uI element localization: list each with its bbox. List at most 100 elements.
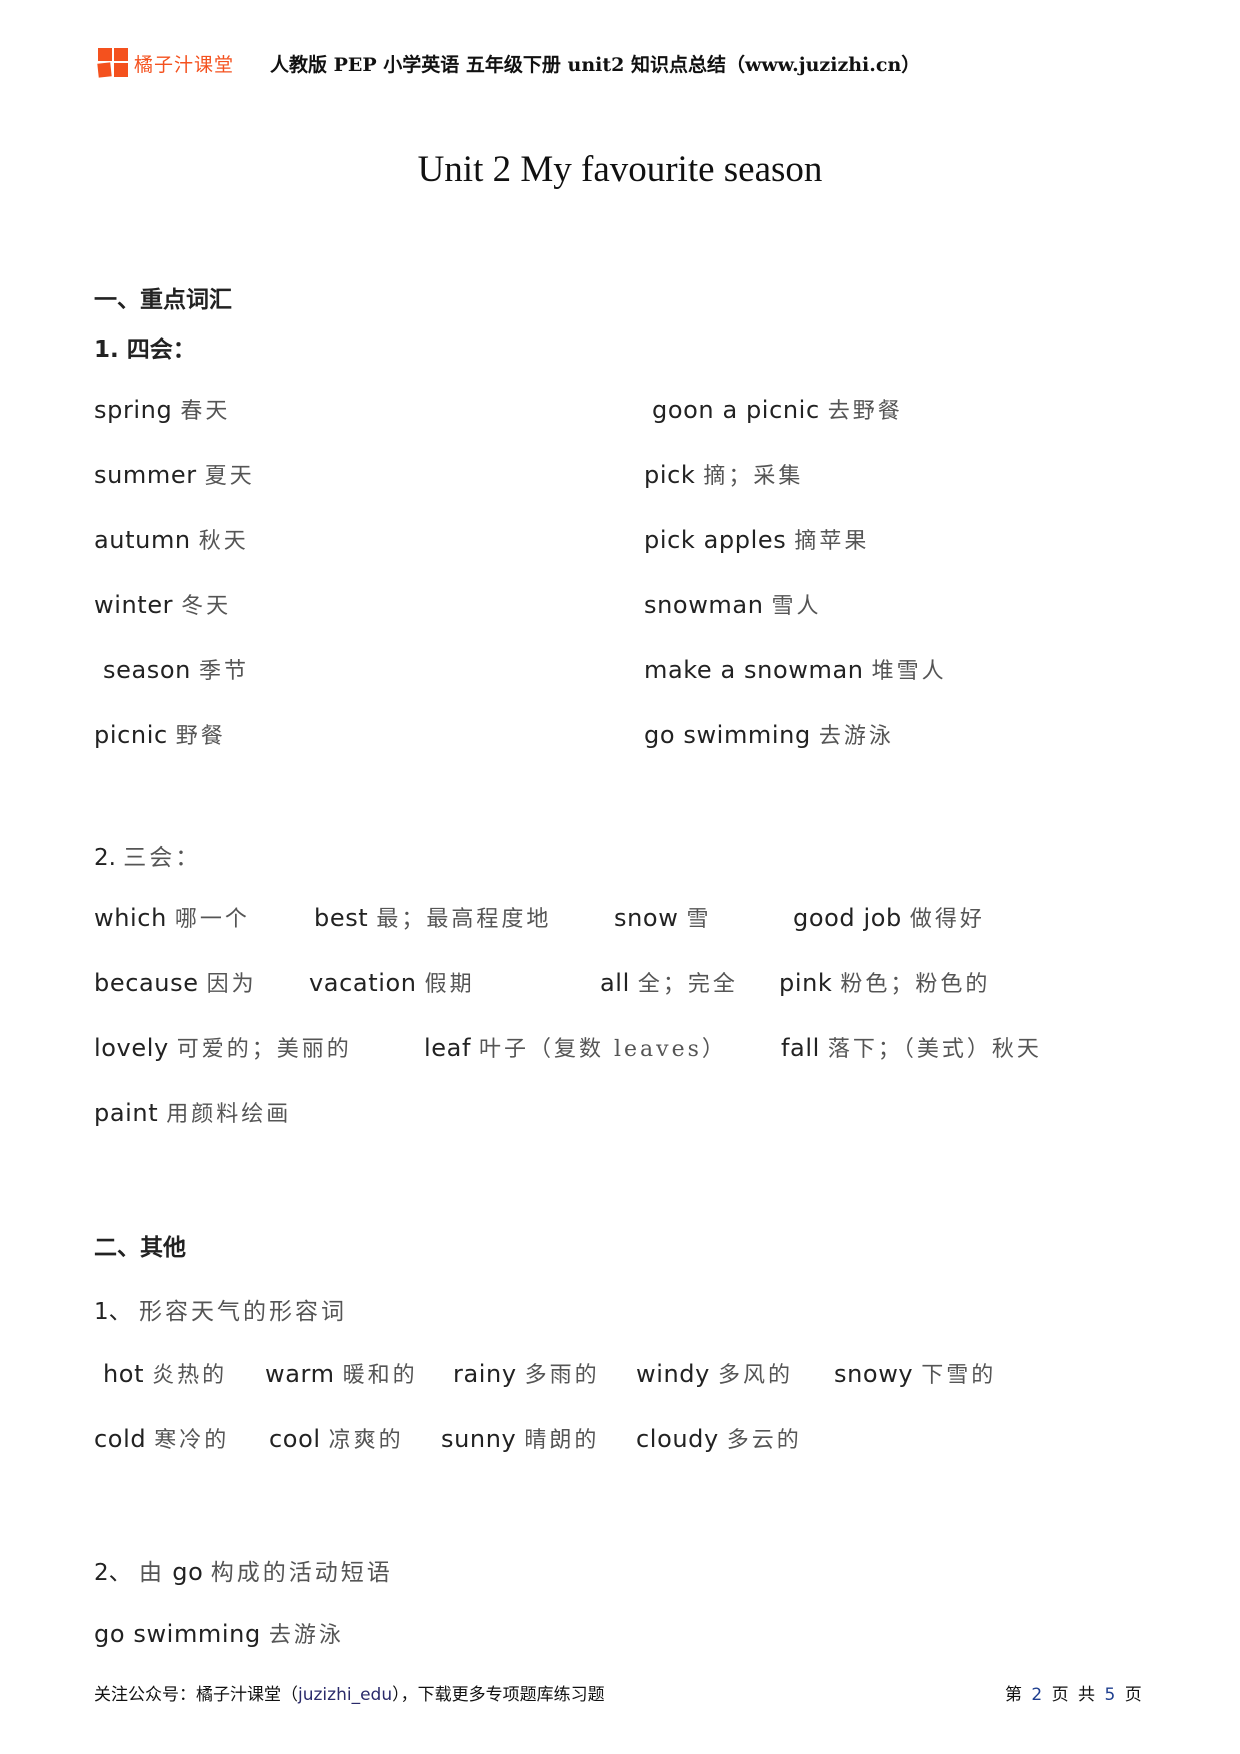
vocab-chinese: 做得好 xyxy=(909,907,985,932)
vocab-english: snow xyxy=(614,904,679,932)
subheading-number: 2. xyxy=(94,845,116,871)
vocab-english: paint xyxy=(94,1099,159,1127)
vocab-chinese: 春天 xyxy=(180,399,231,424)
vocab-english: season xyxy=(103,656,191,684)
vocab-chinese: 用颜料绘画 xyxy=(166,1102,292,1127)
vocab-chinese: 可爱的；美丽的 xyxy=(176,1037,352,1062)
vocab-chinese: 落下；（美式）秋天 xyxy=(827,1037,1042,1062)
vocab-english: autumn xyxy=(94,526,191,554)
vocab-item: leaf 叶子（复数 leaves） xyxy=(424,1031,727,1063)
vocab-item: sunny 晴朗的 xyxy=(441,1422,599,1454)
vocab-english: spring xyxy=(94,396,173,424)
vocab-chinese: 多云的 xyxy=(726,1428,802,1453)
vocab-english: best xyxy=(314,904,369,932)
page-pre: 第 xyxy=(1005,1685,1022,1705)
vocab-item: warm 暖和的 xyxy=(265,1357,418,1389)
vocab-chinese: 季节 xyxy=(198,659,249,684)
vocab-english: snowy xyxy=(834,1360,914,1388)
header-title: 人教版 PEP 小学英语 五年级下册 unit2 知识点总结（www.juziz… xyxy=(270,54,921,76)
subheading-post: 构成的活动短语 xyxy=(210,1560,393,1586)
vocab-chinese: 寒冷的 xyxy=(154,1428,230,1453)
vocab-english: cool xyxy=(269,1425,321,1453)
subheading-weather-adjectives: 1、 形容天气的形容词 xyxy=(94,1292,347,1326)
vocab-chinese: 雪人 xyxy=(771,594,822,619)
vocab-english: hot xyxy=(103,1360,145,1388)
vocab-item: which 哪一个 xyxy=(94,901,250,933)
vocab-english: cold xyxy=(94,1425,147,1453)
vocab-english: because xyxy=(94,969,199,997)
subheading-go-phrases: 2、 由 go 构成的活动短语 xyxy=(94,1553,393,1587)
vocab-chinese: 全；完全 xyxy=(637,972,738,997)
vocab-chinese: 晴朗的 xyxy=(524,1428,600,1453)
vocab-item: autumn 秋天 xyxy=(94,523,249,555)
vocab-english: warm xyxy=(265,1360,335,1388)
vocab-item: pick apples 摘苹果 xyxy=(644,523,869,555)
subheading-text: 三会： xyxy=(123,845,202,871)
vocab-english: picnic xyxy=(94,721,168,749)
vocab-english: pick apples xyxy=(644,526,787,554)
vocab-english: rainy xyxy=(453,1360,517,1388)
vocab-item: season 季节 xyxy=(103,653,249,685)
vocab-english: snowman xyxy=(644,591,764,619)
vocab-english: which xyxy=(94,904,167,932)
vocab-english: make a snowman xyxy=(644,656,864,684)
vocab-item: pink 粉色；粉色的 xyxy=(779,966,990,998)
vocab-item: vacation 假期 xyxy=(309,966,475,998)
vocab-chinese: 粉色；粉色的 xyxy=(840,972,991,997)
footer-account: juzizhi_edu xyxy=(298,1685,393,1705)
vocab-chinese: 秋天 xyxy=(198,529,249,554)
subheading-number: 1、 xyxy=(94,1299,132,1325)
vocab-english: good job xyxy=(793,904,902,932)
vocab-item: snow 雪 xyxy=(614,901,711,933)
vocab-item: go swimming 去游泳 xyxy=(94,1617,344,1649)
vocab-english: winter xyxy=(94,591,174,619)
vocab-english: goon a picnic xyxy=(652,396,820,424)
vocab-chinese: 堆雪人 xyxy=(871,659,947,684)
vocab-english: sunny xyxy=(441,1425,517,1453)
page-mid: 页 共 xyxy=(1051,1685,1096,1705)
vocab-item: good job 做得好 xyxy=(793,901,985,933)
vocab-item: cold 寒冷的 xyxy=(94,1422,229,1454)
subheading-three-skills: 2. 三会： xyxy=(94,838,201,872)
vocab-chinese: 雪 xyxy=(686,907,712,932)
vocab-item: windy 多风的 xyxy=(636,1357,793,1389)
subheading-four-skills: 1. 四会： xyxy=(94,337,196,363)
vocab-item: goon a picnic 去野餐 xyxy=(652,393,903,425)
footer-promo: 关注公众号：橘子汁课堂（juzizhi_edu），下载更多专项题库练习题 xyxy=(94,1680,605,1705)
vocab-item: all 全；完全 xyxy=(600,966,738,998)
vocab-chinese: 摘苹果 xyxy=(794,529,870,554)
vocab-chinese: 多风的 xyxy=(717,1363,793,1388)
vocab-english: pink xyxy=(779,969,833,997)
vocab-item: cloudy 多云的 xyxy=(636,1422,802,1454)
vocab-chinese: 假期 xyxy=(424,972,475,997)
vocab-item: hot 炎热的 xyxy=(103,1357,227,1389)
vocab-chinese: 去野餐 xyxy=(827,399,903,424)
section-heading-key-vocabulary: 一、重点词汇 xyxy=(94,286,232,313)
vocab-english: summer xyxy=(94,461,197,489)
brand-logo-icon xyxy=(97,48,130,78)
vocab-chinese: 去游泳 xyxy=(268,1623,344,1648)
vocab-english: go swimming xyxy=(644,721,811,749)
vocab-item: fall 落下；（美式）秋天 xyxy=(781,1031,1042,1063)
subheading-number: 2、 xyxy=(94,1560,132,1586)
page-title: Unit 2 My favourite season xyxy=(417,149,823,190)
section-heading-others: 二、其他 xyxy=(94,1234,186,1261)
vocab-item: pick 摘；采集 xyxy=(644,458,803,490)
vocab-chinese: 叶子（复数 leaves） xyxy=(479,1037,727,1062)
vocab-item: because 因为 xyxy=(94,966,257,998)
vocab-item: winter 冬天 xyxy=(94,588,231,620)
vocab-item: summer 夏天 xyxy=(94,458,255,490)
subheading-pre: 由 xyxy=(138,1560,165,1586)
brand-name: 橘子汁课堂 xyxy=(134,54,235,76)
vocab-chinese: 多雨的 xyxy=(524,1363,600,1388)
vocab-english: all xyxy=(600,969,630,997)
page-current: 2 xyxy=(1031,1685,1043,1705)
vocab-item: snowy 下雪的 xyxy=(834,1357,996,1389)
vocab-english: vacation xyxy=(309,969,417,997)
vocab-chinese: 野餐 xyxy=(175,724,226,749)
page-post: 页 xyxy=(1124,1685,1142,1705)
vocab-chinese: 下雪的 xyxy=(921,1363,997,1388)
vocab-item: spring 春天 xyxy=(94,393,230,425)
vocab-item: rainy 多雨的 xyxy=(453,1357,600,1389)
footer-promo-post: ），下载更多专项题库练习题 xyxy=(392,1685,605,1705)
